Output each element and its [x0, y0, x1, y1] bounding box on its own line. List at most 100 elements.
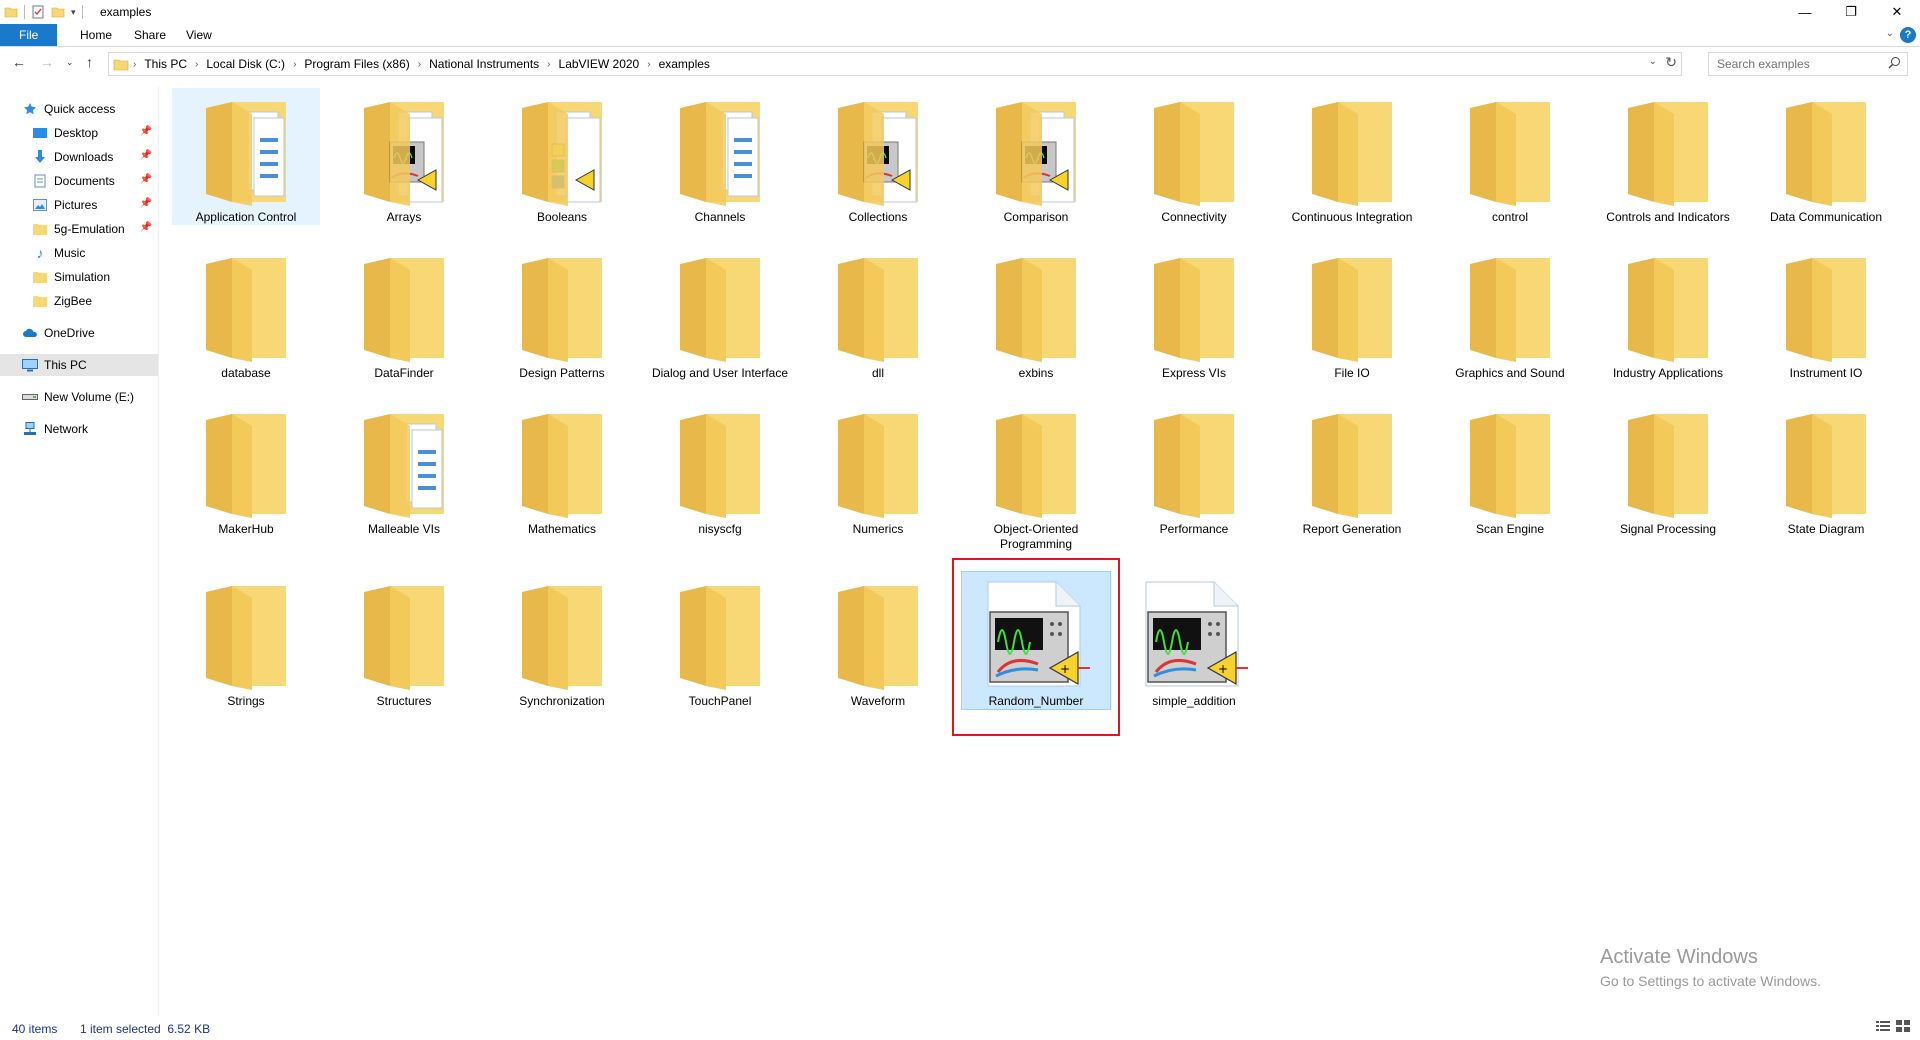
sidebar-item-new-volume[interactable]: New Volume (E:): [0, 386, 158, 408]
search-icon[interactable]: [1888, 56, 1901, 69]
folder-item[interactable]: Application Control: [172, 88, 320, 225]
folder-item[interactable]: DataFinder: [330, 244, 478, 381]
item-label: nisyscfg: [698, 522, 742, 536]
customize-toolbar-dropdown-icon[interactable]: ▾: [71, 7, 76, 18]
help-icon[interactable]: ?: [1900, 27, 1916, 43]
folder-item[interactable]: nisyscfg: [646, 400, 794, 537]
folder-item[interactable]: Dialog and User Interface: [646, 244, 794, 381]
sidebar-item-pictures[interactable]: Pictures 📌: [0, 194, 158, 216]
large-icons-view-icon[interactable]: [1896, 1020, 1910, 1032]
forward-arrow-icon[interactable]: →: [40, 54, 54, 70]
breadcrumb-separator-icon[interactable]: ›: [191, 59, 202, 70]
item-thumbnail: [1594, 88, 1742, 206]
breadcrumb-examples[interactable]: examples: [655, 57, 714, 71]
back-arrow-icon[interactable]: ←: [12, 54, 26, 70]
folder-item[interactable]: Performance: [1120, 400, 1268, 537]
folder-item[interactable]: File IO: [1278, 244, 1426, 381]
sidebar-item-downloads[interactable]: Downloads 📌: [0, 146, 158, 168]
folder-item[interactable]: Continuous Integration: [1278, 88, 1426, 225]
sidebar-item-onedrive[interactable]: OneDrive: [0, 322, 158, 344]
breadcrumb-labview[interactable]: LabVIEW 2020: [555, 57, 644, 71]
expand-ribbon-icon[interactable]: ⌄: [1886, 28, 1894, 39]
selection-info: 1 item selected 6.52 KB: [80, 1022, 211, 1036]
folder-item[interactable]: Synchronization: [488, 572, 636, 709]
folder-item[interactable]: dll: [804, 244, 952, 381]
folder-item[interactable]: MakerHub: [172, 400, 320, 537]
folder-item[interactable]: Graphics and Sound: [1436, 244, 1584, 381]
sidebar-item-this-pc[interactable]: This PC: [0, 354, 158, 376]
folder-item[interactable]: Signal Processing: [1594, 400, 1742, 537]
item-label: Controls and Indicators: [1606, 210, 1730, 224]
breadcrumb-program-files[interactable]: Program Files (x86): [300, 57, 413, 71]
breadcrumb-national-instruments[interactable]: National Instruments: [425, 57, 543, 71]
properties-icon[interactable]: [31, 5, 45, 19]
folder-icon: [206, 414, 286, 518]
folder-item[interactable]: Data Communication: [1752, 88, 1900, 225]
folder-item[interactable]: Instrument IO: [1752, 244, 1900, 381]
folder-item[interactable]: Mathematics: [488, 400, 636, 537]
tab-home[interactable]: Home: [66, 24, 126, 46]
details-view-icon[interactable]: [1876, 1020, 1890, 1032]
sidebar-item-label: Documents: [54, 174, 115, 188]
folder-item[interactable]: Waveform: [804, 572, 952, 709]
folder-item[interactable]: Booleans: [488, 88, 636, 225]
up-arrow-icon[interactable]: ↑: [86, 54, 93, 70]
item-label: Strings: [227, 694, 265, 708]
search-input[interactable]: [1715, 56, 1889, 72]
folder-icon: [1628, 258, 1708, 362]
folder-item[interactable]: Numerics: [804, 400, 952, 537]
folder-icon: [1470, 414, 1550, 518]
address-dropdown-icon[interactable]: ⌄: [1649, 56, 1657, 67]
recent-locations-dropdown-icon[interactable]: ⌄: [66, 57, 74, 68]
sidebar-item-quick-access[interactable]: Quick access: [0, 98, 158, 120]
folder-item[interactable]: Malleable VIs: [330, 400, 478, 537]
breadcrumb-separator-icon[interactable]: ›: [414, 59, 425, 70]
sidebar-item-desktop[interactable]: Desktop 📌: [0, 122, 158, 144]
folder-item[interactable]: Structures: [330, 572, 478, 709]
folder-item[interactable]: Controls and Indicators: [1594, 88, 1742, 225]
breadcrumb-this-pc[interactable]: This PC: [140, 57, 191, 71]
sidebar-item-zigbee[interactable]: ZigBee: [0, 290, 158, 312]
address-bar[interactable]: › This PC › Local Disk (C:) › Program Fi…: [108, 52, 1682, 76]
breadcrumb-separator-icon[interactable]: ›: [543, 59, 554, 70]
folder-item[interactable]: Express VIs: [1120, 244, 1268, 381]
close-button[interactable]: ✕: [1874, 0, 1920, 24]
search-box[interactable]: [1708, 52, 1908, 76]
breadcrumb-separator-icon[interactable]: ›: [129, 59, 140, 70]
tab-view[interactable]: View: [172, 24, 226, 46]
new-folder-icon[interactable]: [51, 5, 65, 19]
breadcrumb-local-disk[interactable]: Local Disk (C:): [202, 57, 289, 71]
folder-item[interactable]: Strings: [172, 572, 320, 709]
item-thumbnail: [1436, 400, 1584, 518]
folder-item[interactable]: Industry Applications: [1594, 244, 1742, 381]
sidebar-item-music[interactable]: ♪ Music: [0, 242, 158, 264]
refresh-icon[interactable]: ↻: [1665, 54, 1677, 71]
item-thumbnail: [1120, 400, 1268, 518]
sidebar-item-network[interactable]: Network: [0, 418, 158, 440]
breadcrumb-separator-icon[interactable]: ›: [643, 59, 654, 70]
folder-item[interactable]: TouchPanel: [646, 572, 794, 709]
folder-item[interactable]: Design Patterns: [488, 244, 636, 381]
folder-item[interactable]: Channels: [646, 88, 794, 225]
sidebar-item-documents[interactable]: Documents 📌: [0, 170, 158, 192]
folder-item[interactable]: Report Generation: [1278, 400, 1426, 537]
folder-item[interactable]: State Diagram: [1752, 400, 1900, 537]
sidebar-item-simulation[interactable]: Simulation: [0, 266, 158, 288]
folder-item[interactable]: database: [172, 244, 320, 381]
restore-button[interactable]: ❐: [1828, 0, 1874, 24]
folder-item[interactable]: control: [1436, 88, 1584, 225]
breadcrumb-separator-icon[interactable]: ›: [289, 59, 300, 70]
folder-item[interactable]: Object-Oriented Programming: [962, 400, 1110, 552]
folder-item[interactable]: exbins: [962, 244, 1110, 381]
folder-item[interactable]: Arrays: [330, 88, 478, 225]
folder-item[interactable]: Scan Engine: [1436, 400, 1584, 537]
pin-icon: 📌: [139, 222, 152, 233]
folder-item[interactable]: Comparison: [962, 88, 1110, 225]
tab-file[interactable]: File: [0, 24, 58, 46]
sidebar-item-label: Simulation: [54, 270, 111, 284]
folder-item[interactable]: Connectivity: [1120, 88, 1268, 225]
sidebar-item-5g-emulation[interactable]: 5g-Emulation 📌: [0, 218, 158, 240]
minimize-button[interactable]: —: [1782, 0, 1828, 24]
folder-item[interactable]: Collections: [804, 88, 952, 225]
file-item[interactable]: + simple_addition: [1120, 572, 1268, 709]
